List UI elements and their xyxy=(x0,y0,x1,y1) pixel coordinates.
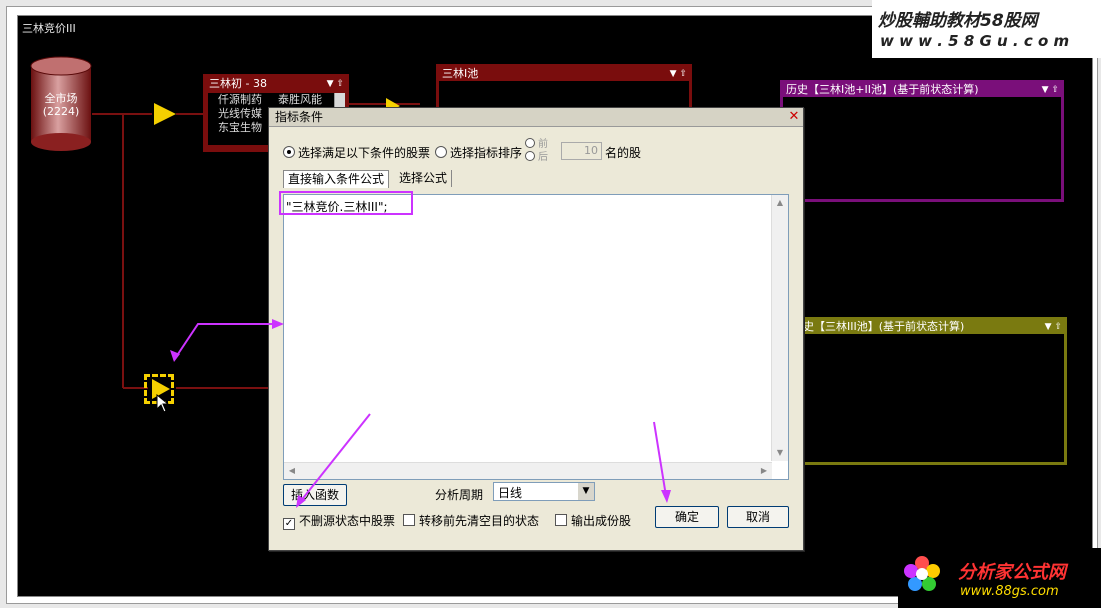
annotation-arrows xyxy=(170,191,671,508)
flower-logo-icon xyxy=(904,556,940,591)
bottom-watermark-brand: 分析家公式网 xyxy=(958,562,1066,583)
bottom-watermark: 分析家公式网 www.88gs.com xyxy=(898,548,1101,608)
bottom-watermark-url: www.88gs.com xyxy=(960,584,1059,599)
